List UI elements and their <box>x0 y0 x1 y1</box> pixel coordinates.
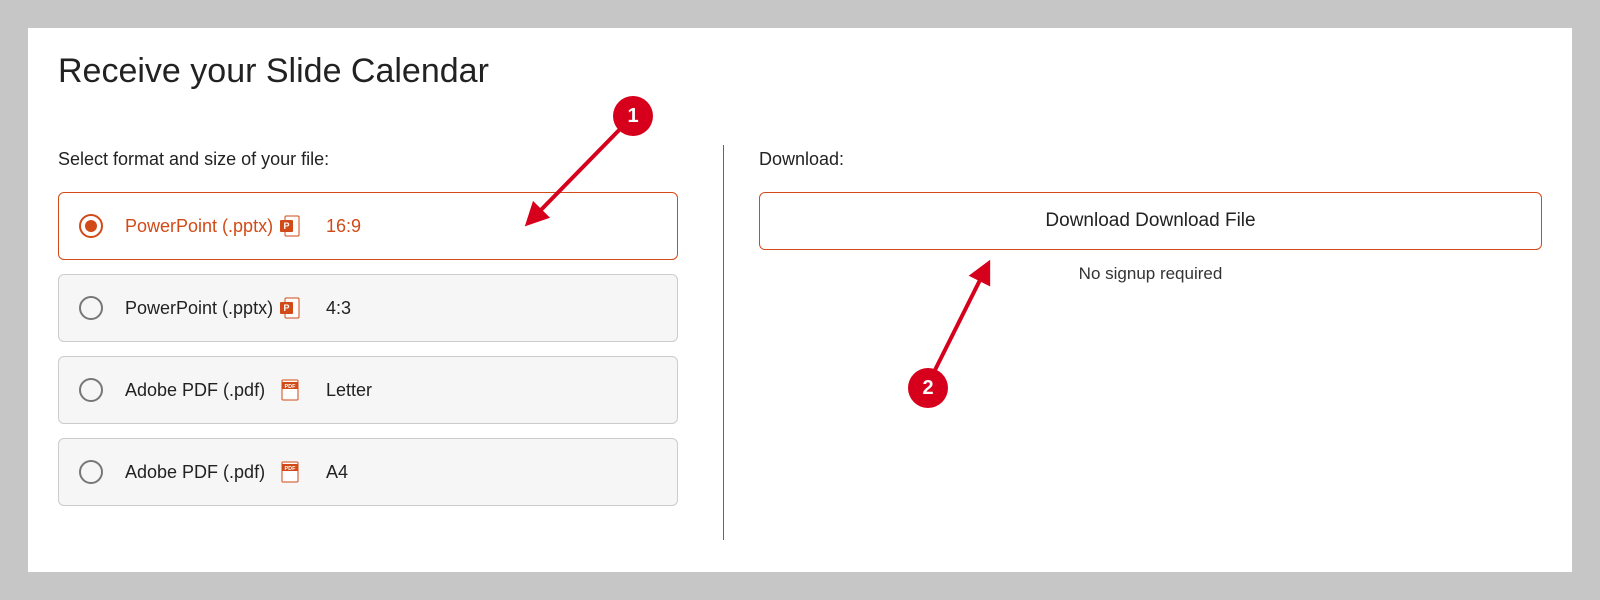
option-size: Letter <box>326 380 372 401</box>
download-section-label: Download: <box>759 149 1542 170</box>
pdf-icon: PDF <box>280 379 300 401</box>
format-option-2[interactable]: Adobe PDF (.pdf) PDF Letter <box>58 356 678 424</box>
format-option-3[interactable]: Adobe PDF (.pdf) PDF A4 <box>58 438 678 506</box>
option-label: Adobe PDF (.pdf) <box>125 462 280 483</box>
radio-icon <box>79 214 103 238</box>
svg-text:PDF: PDF <box>285 384 297 390</box>
signup-note: No signup required <box>759 264 1542 284</box>
option-label: Adobe PDF (.pdf) <box>125 380 280 401</box>
powerpoint-icon: P <box>280 297 300 319</box>
pdf-icon: PDF <box>280 461 300 483</box>
option-size: 4:3 <box>326 298 351 319</box>
option-label: PowerPoint (.pptx) <box>125 216 280 237</box>
radio-icon <box>79 460 103 484</box>
powerpoint-icon: P <box>280 215 300 237</box>
svg-text:PDF: PDF <box>285 466 297 472</box>
svg-text:P: P <box>283 221 289 231</box>
annotation-arrow-1 <box>518 103 658 233</box>
dialog-card: Receive your Slide Calendar Select forma… <box>28 28 1572 572</box>
download-button[interactable]: Download Download File <box>759 192 1542 250</box>
annotation-arrow-2 <box>908 258 1028 398</box>
format-options-list: PowerPoint (.pptx)P16:9PowerPoint (.pptx… <box>58 192 678 506</box>
option-size: 16:9 <box>326 216 361 237</box>
svg-text:P: P <box>283 303 289 313</box>
option-size: A4 <box>326 462 348 483</box>
radio-icon <box>79 296 103 320</box>
columns: Select format and size of your file: Pow… <box>58 149 1542 539</box>
format-option-1[interactable]: PowerPoint (.pptx)P 4:3 <box>58 274 678 342</box>
option-label: PowerPoint (.pptx) <box>125 298 280 319</box>
radio-icon <box>79 378 103 402</box>
page-title: Receive your Slide Calendar <box>58 52 1542 91</box>
right-column: Download: Download Download File No sign… <box>724 149 1542 539</box>
